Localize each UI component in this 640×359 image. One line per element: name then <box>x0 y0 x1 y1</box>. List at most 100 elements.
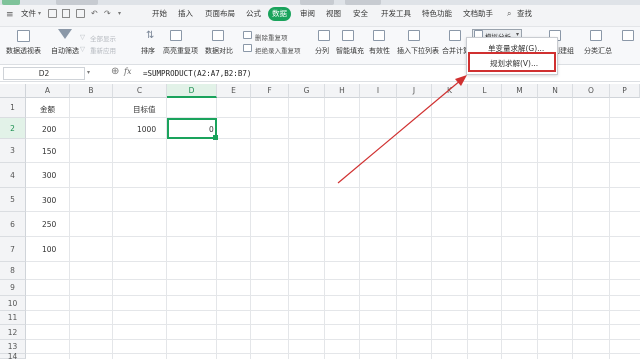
grid-hline <box>26 211 640 212</box>
row-header-7[interactable]: 7 <box>0 237 26 262</box>
row-header-2[interactable]: 2 <box>0 118 26 139</box>
tab-data[interactable]: 数据 <box>268 7 291 21</box>
cell-a5[interactable]: 300 <box>42 196 56 205</box>
column-header-i[interactable]: I <box>360 84 397 98</box>
column-header-f[interactable]: F <box>251 84 289 98</box>
chevron-down-icon[interactable]: ▾ <box>118 10 121 17</box>
tab-formulas[interactable]: 公式 <box>246 7 261 21</box>
column-header-o[interactable]: O <box>573 84 610 98</box>
highlight-duplicates-icon[interactable] <box>170 30 182 41</box>
cell-a1[interactable]: 金额 <box>40 104 55 115</box>
column-header-n[interactable]: N <box>538 84 573 98</box>
formula-input[interactable]: =SUMPRODUCT(A2:A7,B2:B7) <box>143 67 251 80</box>
row-header-5[interactable]: 5 <box>0 188 26 212</box>
filter-icon[interactable] <box>58 29 72 39</box>
fill-handle[interactable] <box>213 135 218 140</box>
row-header-9[interactable]: 9 <box>0 280 26 296</box>
search-command[interactable]: 查找 <box>517 7 532 21</box>
column-header-a[interactable]: A <box>26 84 70 98</box>
search-icon[interactable]: ⌕ <box>507 9 511 19</box>
smart-fill-icon[interactable] <box>342 30 354 41</box>
cell-c2[interactable]: 1000 <box>137 125 156 134</box>
name-box[interactable]: D2 <box>3 67 85 80</box>
insert-dropdown-icon[interactable] <box>408 30 420 41</box>
row-header-11[interactable]: 11 <box>0 311 26 325</box>
column-header-e[interactable]: E <box>217 84 251 98</box>
open-folder-icon[interactable] <box>48 9 57 18</box>
undo-icon[interactable]: ↶ <box>91 9 98 18</box>
column-header-c[interactable]: C <box>113 84 167 98</box>
tab-insert[interactable]: 插入 <box>178 7 193 21</box>
tab-developer[interactable]: 开发工具 <box>381 7 411 21</box>
data-compare-button[interactable]: 数据对比 <box>205 46 233 56</box>
cell-a2[interactable]: 200 <box>42 125 56 134</box>
column-header-p[interactable]: P <box>610 84 640 98</box>
zoom-icon[interactable]: ⊕ <box>111 66 119 77</box>
column-header-g[interactable]: G <box>289 84 325 98</box>
highlight-duplicates-button[interactable]: 高亮重复项 <box>163 46 198 56</box>
smart-fill-button[interactable]: 智能填充 <box>336 46 364 56</box>
grid-hline <box>26 353 640 354</box>
redo-icon[interactable]: ↷ <box>104 9 111 18</box>
solver-menu-item[interactable]: 规划求解(V)... <box>490 58 538 69</box>
sort-button[interactable]: 排序 <box>141 46 155 56</box>
row-header-4[interactable]: 4 <box>0 163 26 188</box>
row-header-1[interactable]: 1 <box>0 98 26 118</box>
validity-button[interactable]: 有效性 <box>369 46 390 56</box>
chevron-down-icon[interactable]: ▾ <box>38 10 41 17</box>
reapply-button[interactable]: 重新应用 <box>90 45 116 55</box>
column-header-m[interactable]: M <box>502 84 538 98</box>
cell-a3[interactable]: 150 <box>42 147 56 156</box>
pivot-table-icon[interactable] <box>17 30 30 42</box>
subtotal-icon[interactable] <box>590 30 602 41</box>
grid-hline <box>26 261 640 262</box>
grid-hline <box>26 117 640 118</box>
row-header-10[interactable]: 10 <box>0 296 26 311</box>
subtotal-button[interactable]: 分类汇总 <box>584 46 612 56</box>
delete-duplicates-button[interactable]: 删除重复项 <box>255 32 288 42</box>
save-icon[interactable] <box>62 9 70 18</box>
column-header-h[interactable]: H <box>325 84 360 98</box>
row-header-14[interactable]: 14 <box>0 353 26 359</box>
insert-dropdown-button[interactable]: 插入下拉列表 <box>397 46 439 56</box>
column-header-b[interactable]: B <box>70 84 113 98</box>
row-header-6[interactable]: 6 <box>0 212 26 237</box>
file-menu[interactable]: 文件 <box>21 7 36 21</box>
data-compare-icon[interactable] <box>212 30 224 41</box>
split-column-button[interactable]: 分列 <box>315 46 329 56</box>
cell-a7[interactable]: 100 <box>42 245 56 254</box>
row-header-8[interactable]: 8 <box>0 262 26 280</box>
grid-hline <box>26 138 640 139</box>
sort-icon[interactable]: ⇅ <box>146 30 154 41</box>
column-header-l[interactable]: L <box>468 84 502 98</box>
cell-a6[interactable]: 250 <box>42 220 56 229</box>
fx-button[interactable]: fx <box>124 67 131 76</box>
column-header-j[interactable]: J <box>397 84 432 98</box>
cell-a4[interactable]: 300 <box>42 171 56 180</box>
reject-duplicates-button[interactable]: 拒绝录入重复项 <box>255 45 301 55</box>
row-header-3[interactable]: 3 <box>0 139 26 163</box>
worksheet-grid[interactable] <box>0 84 640 359</box>
tab-review[interactable]: 审阅 <box>300 7 315 21</box>
column-header-d[interactable]: D <box>167 84 217 98</box>
pivot-table-button[interactable]: 数据透视表 <box>6 46 41 56</box>
split-column-icon[interactable] <box>318 30 330 41</box>
consolidate-icon[interactable] <box>449 30 461 41</box>
column-header-k[interactable]: K <box>432 84 468 98</box>
validity-icon[interactable] <box>373 30 385 41</box>
hamburger-menu-icon[interactable]: ≡ <box>6 10 14 20</box>
print-icon[interactable] <box>76 9 85 18</box>
row-header-12[interactable]: 12 <box>0 325 26 340</box>
show-all-button[interactable]: 全部显示 <box>90 33 116 43</box>
tab-home[interactable]: 开始 <box>152 7 167 21</box>
tab-features[interactable]: 特色功能 <box>422 7 452 21</box>
tab-security[interactable]: 安全 <box>353 7 368 21</box>
auto-filter-button[interactable]: 自动筛选 <box>51 46 79 56</box>
tab-page-layout[interactable]: 页面布局 <box>205 7 235 21</box>
chevron-down-icon[interactable]: ▾ <box>87 69 90 76</box>
outline-icon[interactable] <box>622 30 634 41</box>
tab-doc-assistant[interactable]: 文档助手 <box>463 7 493 21</box>
cell-c1[interactable]: 目标值 <box>133 104 156 115</box>
select-all-corner[interactable] <box>0 84 26 98</box>
tab-view[interactable]: 视图 <box>326 7 341 21</box>
